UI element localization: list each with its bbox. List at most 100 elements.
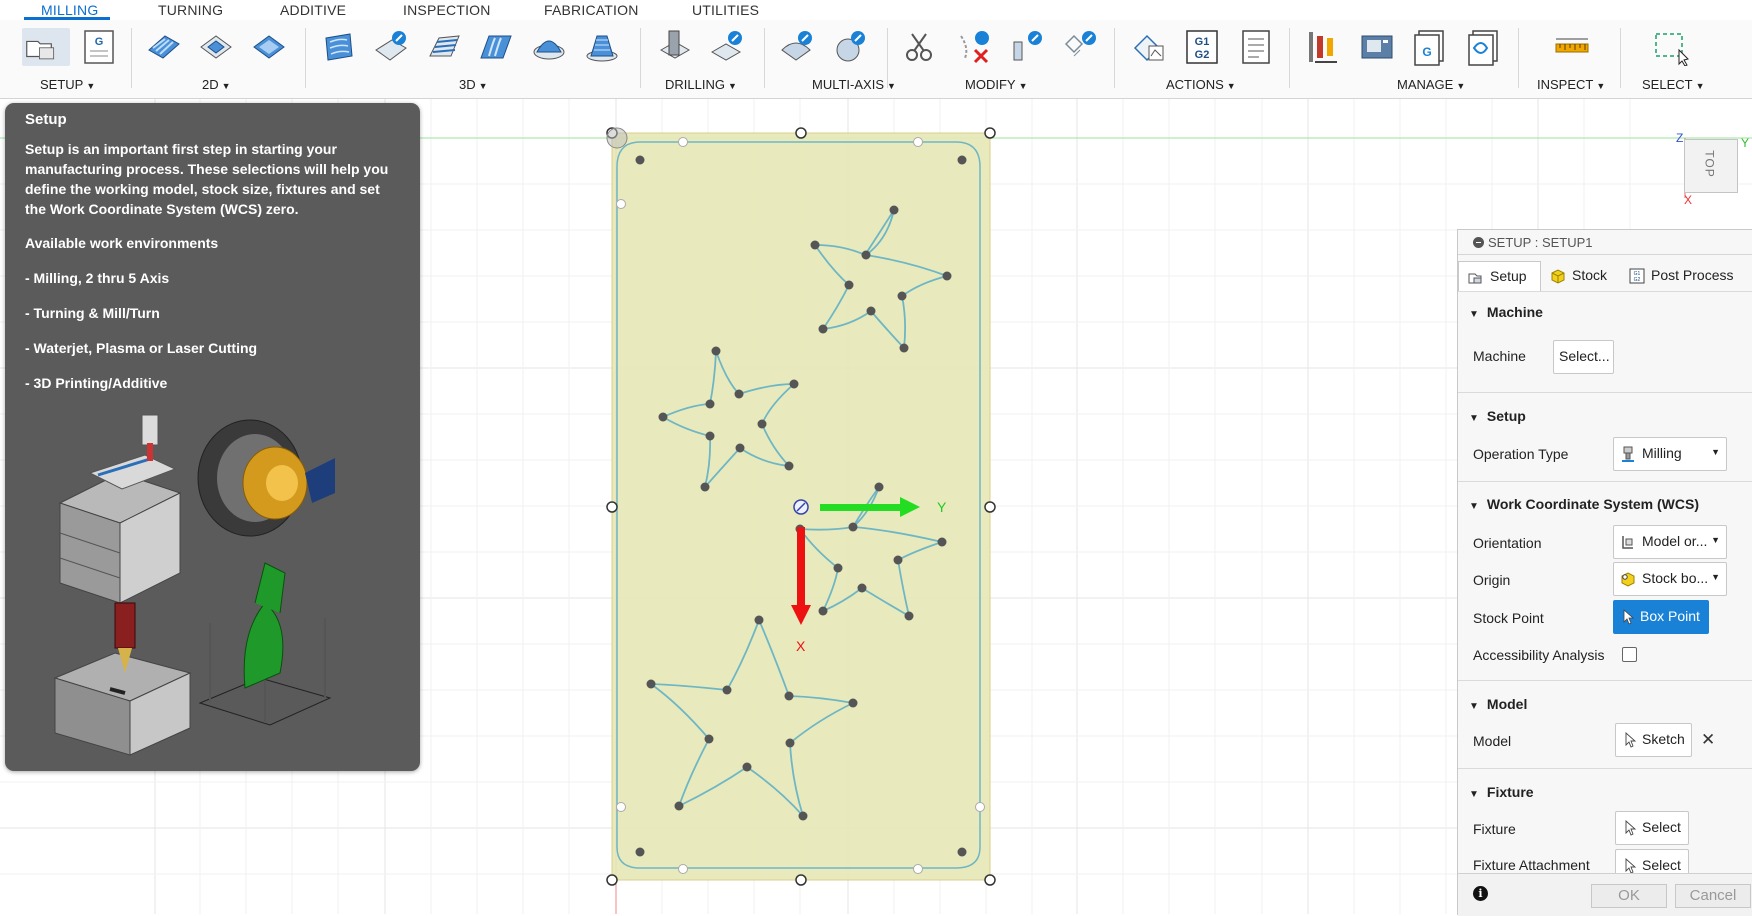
selected-corner-point[interactable]	[606, 127, 628, 149]
new-setup-icon[interactable]	[22, 28, 70, 66]
group-3d-label[interactable]: 3D ▼	[459, 77, 488, 92]
tooltip-item: - 3D Printing/Additive	[25, 375, 168, 391]
group-2d-label[interactable]: 2D ▼	[202, 77, 231, 92]
3d-pocket-icon[interactable]	[372, 28, 410, 66]
group-multiaxis-label[interactable]: MULTI-AXIS ▼	[812, 77, 896, 92]
face-icon[interactable]	[250, 28, 288, 66]
tab-inspection[interactable]: INSPECTION	[403, 2, 491, 18]
ribbon-tabs: MILLING TURNING ADDITIVE INSPECTION FABR…	[0, 0, 1752, 20]
model-label: Model	[1473, 733, 1512, 749]
3d-steep-shallow-icon[interactable]	[425, 28, 463, 66]
origin-label: Origin	[1473, 572, 1511, 588]
accessibility-checkbox[interactable]	[1622, 647, 1637, 662]
panel-header[interactable]: SETUP : SETUP1	[1458, 230, 1752, 255]
orientation-label: Orientation	[1473, 535, 1542, 551]
divider	[640, 28, 641, 88]
panel-tab-post-process[interactable]: G1 G2 Post Process	[1621, 261, 1752, 291]
machine-library-icon[interactable]	[1358, 28, 1396, 66]
orientation-dropdown[interactable]: Model or... ▼	[1613, 525, 1727, 559]
group-setup-label[interactable]: SETUP ▼	[40, 77, 95, 92]
panel-title: SETUP : SETUP1	[1488, 235, 1593, 250]
group-actions-label[interactable]: ACTIONS ▼	[1166, 77, 1236, 92]
measure-icon[interactable]	[1553, 28, 1591, 66]
section-fixture[interactable]: ▼ Fixture	[1469, 784, 1534, 800]
tool-library-icon[interactable]	[1305, 28, 1343, 66]
divider	[1458, 481, 1752, 482]
fixture-attachment-select-button[interactable]: Select	[1615, 849, 1689, 875]
3d-spiral-icon[interactable]	[583, 28, 621, 66]
group-inspect-label[interactable]: INSPECT ▼	[1537, 77, 1605, 92]
cursor-icon	[1625, 858, 1637, 874]
setup-sheet-icon[interactable]	[1237, 28, 1275, 66]
hole-recognition-icon[interactable]	[708, 28, 746, 66]
setup-tab-icon	[1468, 273, 1482, 284]
divider	[1620, 28, 1621, 88]
panel-tab-setup[interactable]: Setup	[1458, 261, 1541, 292]
machine-select-button[interactable]: Select...	[1553, 340, 1614, 374]
post-process-icon[interactable]: G1 G2	[1183, 28, 1221, 66]
panel-tab-stock[interactable]: Stock	[1542, 261, 1620, 291]
delete-toolpath-icon[interactable]	[955, 28, 993, 66]
fixture-select-button[interactable]: Select	[1615, 811, 1689, 845]
divider	[1289, 28, 1290, 88]
window-select-icon[interactable]	[1653, 28, 1691, 66]
group-modify-label[interactable]: MODIFY ▼	[965, 77, 1027, 92]
section-model[interactable]: ▼ Model	[1469, 696, 1527, 712]
tooltip-item: - Waterjet, Plasma or Laser Cutting	[25, 340, 258, 356]
rotary-icon[interactable]	[831, 28, 869, 66]
ok-button[interactable]: OK	[1591, 884, 1667, 908]
viewcube[interactable]: TOP	[1684, 139, 1738, 193]
fixture-attachment-label: Fixture Attachment	[1473, 857, 1590, 871]
move-toolpath-icon[interactable]	[1008, 28, 1046, 66]
group-manage-label[interactable]: MANAGE ▼	[1397, 77, 1465, 92]
divider	[1518, 28, 1519, 88]
svg-text:G: G	[1422, 45, 1431, 59]
group-drilling-label[interactable]: DRILLING ▼	[665, 77, 737, 92]
operation-type-dropdown[interactable]: Milling ▼	[1613, 437, 1727, 471]
tab-fabrication[interactable]: FABRICATION	[544, 2, 639, 18]
pattern-toolpath-icon[interactable]	[1062, 28, 1100, 66]
2d-adaptive-icon[interactable]	[145, 28, 183, 66]
clear-selection-icon[interactable]: ✕	[1701, 730, 1715, 750]
setup-panel: SETUP : SETUP1 Setup Stock G1 G2 Post Pro…	[1457, 229, 1752, 916]
drill-icon[interactable]	[655, 28, 693, 66]
divider	[1458, 768, 1752, 769]
2d-pocket-icon[interactable]	[197, 28, 235, 66]
section-setup[interactable]: ▼ Setup	[1469, 408, 1526, 424]
chevron-down-icon: ▼	[1711, 447, 1720, 457]
section-wcs[interactable]: ▼ Work Coordinate System (WCS)	[1469, 496, 1699, 512]
post-library-icon[interactable]: G	[1411, 28, 1449, 66]
orientation-icon	[1622, 536, 1633, 549]
stock-box-icon	[1621, 572, 1635, 587]
model-selection-button[interactable]: Sketch	[1615, 723, 1692, 757]
tab-utilities[interactable]: UTILITIES	[692, 2, 759, 18]
divider	[1458, 392, 1752, 393]
fixture-label: Fixture	[1473, 821, 1516, 837]
trim-toolpath-icon[interactable]	[900, 28, 938, 66]
info-icon[interactable]: i	[1473, 886, 1488, 901]
origin-dropdown[interactable]: Stock bo... ▼	[1613, 562, 1727, 596]
cancel-button[interactable]: Cancel	[1675, 884, 1751, 908]
tab-turning[interactable]: TURNING	[158, 2, 223, 18]
stock-point-button[interactable]: Box Point	[1613, 600, 1709, 634]
section-machine[interactable]: ▼ Machine	[1469, 304, 1543, 320]
3d-radial-icon[interactable]	[530, 28, 568, 66]
group-select-label[interactable]: SELECT ▼	[1642, 77, 1705, 92]
3d-contour-icon[interactable]	[477, 28, 515, 66]
operation-type-label: Operation Type	[1473, 446, 1569, 462]
viewcube-face[interactable]: TOP	[1703, 150, 1717, 177]
multiaxis-contour-icon[interactable]	[778, 28, 816, 66]
tab-milling[interactable]: MILLING	[41, 2, 98, 18]
template-library-icon[interactable]	[1465, 28, 1503, 66]
3d-adaptive-icon[interactable]	[320, 28, 358, 66]
simulate-icon[interactable]	[1131, 28, 1169, 66]
stock-point-label: Stock Point	[1473, 610, 1544, 626]
chevron-down-icon: ▼	[1711, 572, 1720, 582]
divider	[764, 28, 765, 88]
tab-additive[interactable]: ADDITIVE	[280, 2, 346, 18]
viewcube-z-label: Z	[1676, 131, 1683, 145]
collapse-icon[interactable]	[1473, 237, 1484, 248]
tooltip-title: Setup	[25, 111, 67, 128]
toolbar: G SETUP ▼ 2D ▼ 3D ▼ DRILLING ▼ MULTI-AXI…	[0, 20, 1752, 99]
nc-program-icon[interactable]: G	[80, 28, 118, 66]
